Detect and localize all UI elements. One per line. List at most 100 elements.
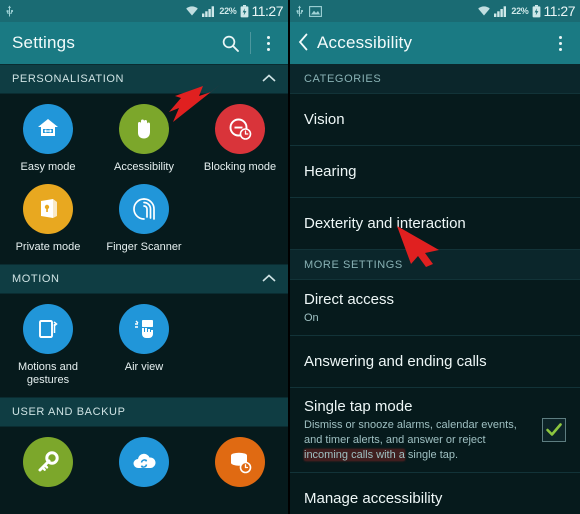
list-item-manage-accessibility[interactable]: Manage accessibility — [290, 473, 580, 514]
motions-gestures-icon — [23, 304, 73, 354]
list-item-answering-and-ending-calls[interactable]: Answering and ending calls — [290, 336, 580, 388]
status-right-icons: 22% 11:27 — [185, 3, 283, 19]
subtitle-line-2: and timer alerts, and answer or reject — [304, 434, 486, 446]
row-text: Vision — [304, 110, 566, 129]
wifi-icon — [478, 6, 491, 16]
easy-mode-icon — [23, 104, 73, 154]
settings-item-accounts[interactable] — [0, 437, 96, 494]
subtitle-line-3-rest: single tap. — [404, 449, 459, 461]
row-subtitle: On — [304, 312, 319, 324]
settings-item-finger-scanner[interactable]: Finger Scanner — [96, 184, 192, 254]
wifi-icon — [186, 6, 199, 16]
signal-icon — [202, 6, 215, 17]
row-text: Dexterity and interaction — [304, 214, 566, 233]
row-text: Answering and ending calls — [304, 352, 566, 371]
settings-item-label: Finger Scanner — [106, 241, 182, 253]
page-title: Accessibility — [317, 33, 413, 52]
section-header-motion[interactable]: MOTION — [0, 264, 288, 294]
action-bar-divider — [250, 32, 251, 54]
battery-percent-label: 22% — [219, 6, 237, 16]
search-icon[interactable] — [221, 34, 240, 53]
backup-restore-icon — [215, 437, 265, 487]
battery-charging-icon — [532, 4, 540, 17]
list-item-direct-access[interactable]: Direct access On — [290, 280, 580, 336]
overflow-menu-icon[interactable] — [553, 35, 568, 51]
battery-charging-icon — [240, 4, 248, 17]
section-label: PERSONALISATION — [12, 73, 125, 85]
subtitle-line-3-highlighted: incoming calls with a — [304, 449, 405, 461]
clock-label: 11:27 — [543, 3, 576, 19]
list-item-single-tap-mode[interactable]: Single tap mode Dismiss or snooze alarms… — [290, 388, 580, 473]
settings-item-private-mode[interactable]: Private mode — [0, 184, 96, 254]
left-action-bar: Settings — [0, 22, 288, 64]
row-text: Manage accessibility — [304, 489, 566, 508]
row-text: Single tap mode Dismiss or snooze alarms… — [304, 397, 532, 463]
left-settings-body: PERSONALISATION Easy mode Accessibility … — [0, 64, 288, 500]
row-text: Hearing — [304, 162, 566, 181]
section-label: MOTION — [12, 273, 60, 285]
settings-item-backup-and-reset[interactable] — [192, 437, 288, 494]
row-title: Direct access — [304, 291, 395, 308]
subtitle-line-1: Dismiss or snooze alarms, calendar event… — [304, 419, 517, 431]
row-subtitle: Dismiss or snooze alarms, calendar event… — [304, 418, 532, 463]
list-item-hearing[interactable]: Hearing — [290, 146, 580, 198]
right-panel-accessibility: 22% 11:27 Accessibility CATEGORIES Visio… — [290, 0, 580, 514]
settings-item-air-view[interactable]: Air view — [96, 304, 192, 387]
status-right-icons: 22% 11:27 — [477, 3, 575, 19]
overflow-menu-icon[interactable] — [261, 35, 276, 51]
settings-item-label: Blocking mode — [203, 161, 277, 173]
row-text: Direct access On — [304, 290, 566, 325]
section-header-personalisation[interactable]: PERSONALISATION — [0, 64, 288, 94]
settings-item-label: Private mode — [15, 241, 81, 253]
chevron-up-icon[interactable] — [262, 70, 276, 88]
blocking-mode-icon — [215, 104, 265, 154]
settings-grid-empty-cell — [192, 184, 288, 254]
back-chevron-icon[interactable] — [298, 33, 309, 54]
clock-label: 11:27 — [251, 3, 284, 19]
battery-percent-label: 22% — [511, 6, 529, 16]
settings-item-label: Accessibility — [114, 161, 174, 173]
row-title: Hearing — [304, 163, 357, 180]
left-status-bar: 22% 11:27 — [0, 0, 288, 22]
fingerprint-icon — [119, 184, 169, 234]
settings-item-label: Motions and gestures — [18, 361, 78, 386]
personalisation-grid-row-2: Private mode Finger Scanner — [0, 180, 288, 260]
row-title: Single tap mode — [304, 398, 413, 415]
screenshot-image-icon — [309, 5, 322, 17]
motion-grid-row: Motions and gestures Air view — [0, 294, 288, 393]
settings-item-easy-mode[interactable]: Easy mode — [0, 104, 96, 174]
accessibility-list: CATEGORIES Vision Hearing Dexterity and … — [290, 64, 580, 514]
row-title: Vision — [304, 111, 345, 128]
list-item-vision[interactable]: Vision — [290, 94, 580, 146]
single-tap-mode-checkbox[interactable] — [542, 418, 566, 442]
row-title: Dexterity and interaction — [304, 215, 466, 232]
air-view-icon — [119, 304, 169, 354]
dual-screenshot-composite: 22% 11:27 Settings PERSONALISATION Easy … — [0, 0, 580, 514]
row-title: Answering and ending calls — [304, 353, 487, 370]
list-item-dexterity-and-interaction[interactable]: Dexterity and interaction — [290, 198, 580, 250]
subtitle-line-3: incoming calls with a single tap. — [304, 448, 532, 463]
accessibility-hand-icon — [119, 104, 169, 154]
key-icon — [23, 437, 73, 487]
right-status-bar: 22% 11:27 — [290, 0, 580, 22]
settings-item-motions-and-gestures[interactable]: Motions and gestures — [0, 304, 96, 387]
private-mode-icon — [23, 184, 73, 234]
settings-item-label: Easy mode — [20, 161, 76, 173]
section-header-user-and-backup[interactable]: USER AND BACKUP — [0, 397, 288, 427]
settings-item-accessibility[interactable]: Accessibility — [96, 104, 192, 174]
left-panel-settings: 22% 11:27 Settings PERSONALISATION Easy … — [0, 0, 290, 514]
cloud-sync-icon — [119, 437, 169, 487]
chevron-up-icon[interactable] — [262, 270, 276, 288]
settings-item-blocking-mode[interactable]: Blocking mode — [192, 104, 288, 174]
user-backup-grid-row — [0, 427, 288, 500]
settings-item-label: Air view — [124, 361, 164, 373]
list-header-label: CATEGORIES — [304, 72, 382, 85]
personalisation-grid-row-1: Easy mode Accessibility Blocking mode — [0, 94, 288, 180]
checkmark-icon — [546, 423, 562, 436]
list-header-more-settings: MORE SETTINGS — [290, 250, 580, 280]
section-label: USER AND BACKUP — [12, 406, 126, 418]
row-title: Manage accessibility — [304, 490, 443, 507]
settings-item-cloud[interactable] — [96, 437, 192, 494]
signal-icon — [494, 6, 507, 17]
page-title: Settings — [12, 33, 76, 52]
